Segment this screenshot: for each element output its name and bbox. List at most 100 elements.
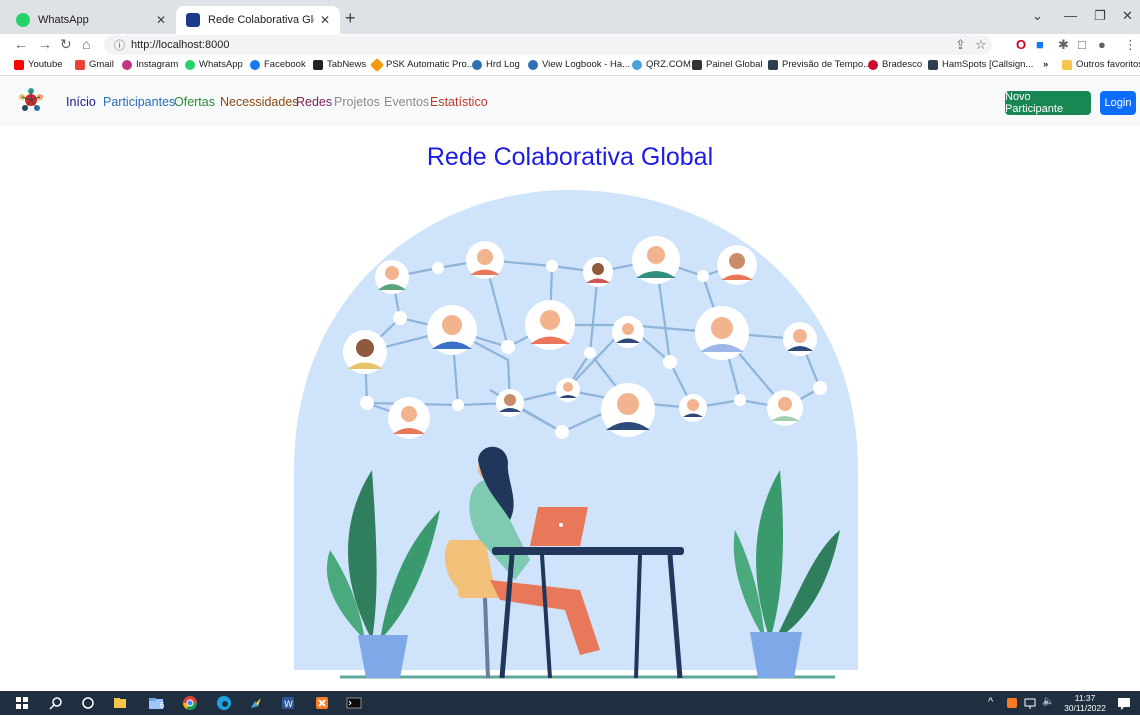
bookmark-previsao[interactable]: Previsão de Tempo... xyxy=(768,59,871,70)
whatsapp-icon xyxy=(16,13,30,27)
avatar-icon xyxy=(343,330,387,374)
bookmark-outros-favoritos[interactable]: Outros favoritos xyxy=(1062,59,1140,70)
close-tab-icon[interactable]: ✕ xyxy=(156,13,166,27)
avatar-icon xyxy=(583,257,613,287)
avatar-icon xyxy=(632,236,680,284)
tab-rede-colaborativa[interactable]: Rede Colaborativa Global ✕ xyxy=(176,6,340,34)
site-info-icon[interactable]: ⓘ xyxy=(114,37,125,53)
login-button[interactable]: Login xyxy=(1100,91,1136,115)
bookmark-hamspots[interactable]: HamSpots [Callsign... xyxy=(928,59,1033,70)
back-icon[interactable]: ← xyxy=(14,36,28,52)
bookmark-view-logbook[interactable]: View Logbook - Ha... xyxy=(528,59,630,70)
volume-icon[interactable]: 🔈 xyxy=(1042,696,1054,707)
bookmark-whatsapp[interactable]: WhatsApp xyxy=(185,59,243,70)
network-icon[interactable] xyxy=(1022,695,1038,711)
address-bar[interactable]: ⓘ http://localhost:8000 xyxy=(104,35,992,55)
app-logo-icon[interactable] xyxy=(17,86,45,114)
notification-center-icon[interactable] xyxy=(1116,695,1132,711)
bookmark-psk[interactable]: PSK Automatic Pro... xyxy=(369,57,475,72)
bookmark-label: Instagram xyxy=(136,59,179,70)
bookmark-label: Bradesco xyxy=(882,59,923,70)
minimize-icon[interactable]: — xyxy=(1064,8,1077,23)
nav-link-necessidades[interactable]: Necessidades xyxy=(220,95,299,109)
avatar-icon xyxy=(525,300,575,350)
bookmark-label: Previsão de Tempo... xyxy=(782,59,872,70)
search-icon[interactable] xyxy=(48,695,64,711)
show-hidden-icons-icon[interactable]: ^ xyxy=(988,696,993,708)
sidebar-icon[interactable]: □ xyxy=(1078,37,1086,52)
folder-icon xyxy=(1062,59,1072,70)
share-icon[interactable]: ⇪ xyxy=(955,37,966,53)
nav-link-participantes[interactable]: Participantes xyxy=(103,95,175,109)
forward-icon[interactable]: → xyxy=(38,36,52,52)
avatar-icon xyxy=(388,397,430,439)
close-tab-icon[interactable]: ✕ xyxy=(320,13,330,27)
nav-link-inicio[interactable]: Início xyxy=(66,95,96,109)
bookmark-qrz[interactable]: QRZ.COM xyxy=(632,59,691,70)
nav-link-eventos[interactable]: Eventos xyxy=(384,95,429,109)
bookmark-bradesco[interactable]: Bradesco xyxy=(868,59,922,70)
app-shortcut-icon[interactable] xyxy=(248,695,264,711)
new-participant-button[interactable]: Novo Participante xyxy=(1005,91,1091,115)
facebook-extension-icon[interactable]: ■ xyxy=(1036,37,1044,52)
reload-icon[interactable]: ↻ xyxy=(60,36,72,53)
opera-extension-icon[interactable]: O xyxy=(1016,37,1026,52)
page-title: Rede Colaborativa Global xyxy=(426,143,714,171)
bookmark-gmail[interactable]: Gmail xyxy=(75,59,114,70)
bookmark-label: Youtube xyxy=(28,59,63,70)
nav-link-projetos[interactable]: Projetos xyxy=(334,95,380,109)
nav-link-redes[interactable]: Redes xyxy=(296,95,332,109)
bookmark-label: WhatsApp xyxy=(199,59,243,70)
avatar-icon xyxy=(679,394,707,422)
whatsapp-icon xyxy=(185,59,195,70)
cortana-icon[interactable] xyxy=(80,695,96,711)
bookmark-youtube[interactable]: Youtube xyxy=(14,59,63,70)
avatar-icon xyxy=(556,378,580,402)
bookmark-tabnews[interactable]: TabNews xyxy=(313,59,366,70)
word-icon[interactable]: W xyxy=(280,695,296,711)
avatar-icon xyxy=(466,241,504,279)
gmail-icon xyxy=(75,59,85,70)
clock-time: 11:37 xyxy=(1074,693,1096,703)
avatar-icon xyxy=(375,260,409,294)
bookmark-painel-global[interactable]: Painel Global xyxy=(692,59,763,70)
bookmarks-overflow-button[interactable]: » xyxy=(1043,59,1048,70)
tab-whatsapp[interactable]: WhatsApp ✕ xyxy=(6,6,176,34)
extensions-icon[interactable]: ✱ xyxy=(1058,37,1069,53)
tab-title: WhatsApp xyxy=(38,14,89,26)
system-clock[interactable]: 11:37 30/11/2022 xyxy=(1064,693,1106,713)
hamspots-icon xyxy=(928,59,938,70)
new-tab-button[interactable]: + xyxy=(345,8,356,29)
windows-start-icon[interactable] xyxy=(14,695,30,711)
avatar-icon xyxy=(717,245,757,285)
bookmark-star-icon[interactable]: ☆ xyxy=(975,37,987,53)
nav-link-estatistico[interactable]: Estatístico xyxy=(430,95,488,109)
avatar-icon xyxy=(601,383,655,437)
close-window-icon[interactable]: ✕ xyxy=(1122,8,1133,24)
bookmark-facebook[interactable]: Facebook xyxy=(250,59,306,70)
xampp-tray-icon[interactable] xyxy=(1004,695,1020,711)
terminal-icon[interactable] xyxy=(346,695,362,711)
svg-text:W: W xyxy=(284,700,293,710)
hrdlog-icon xyxy=(472,59,482,70)
restore-icon[interactable]: ❐ xyxy=(1094,8,1106,24)
tab-search-icon[interactable]: ⌄ xyxy=(1032,8,1043,24)
bookmark-label: QRZ.COM xyxy=(646,59,691,70)
bookmark-instagram[interactable]: Instagram xyxy=(122,59,178,70)
xampp-icon[interactable] xyxy=(314,695,330,711)
home-icon[interactable]: ⌂ xyxy=(82,36,90,52)
bookmark-label: PSK Automatic Pro... xyxy=(386,59,475,70)
instagram-icon xyxy=(122,59,132,70)
edge-icon[interactable] xyxy=(216,695,232,711)
clock-date: 30/11/2022 xyxy=(1064,703,1106,713)
bookmark-hrdlog[interactable]: Hrd Log xyxy=(472,59,520,70)
nav-link-ofertas[interactable]: Ofertas xyxy=(174,95,215,109)
task-view-icon[interactable] xyxy=(112,695,128,711)
app-favicon-icon xyxy=(186,13,200,27)
folder-badge: 6 xyxy=(160,701,165,710)
profile-avatar-icon[interactable]: ● xyxy=(1098,37,1106,52)
file-explorer-icon[interactable]: 6 xyxy=(148,695,172,711)
menu-icon[interactable]: ⋮ xyxy=(1124,37,1137,53)
chrome-icon[interactable] xyxy=(182,695,198,711)
bookmark-label: Outros favoritos xyxy=(1076,59,1140,70)
